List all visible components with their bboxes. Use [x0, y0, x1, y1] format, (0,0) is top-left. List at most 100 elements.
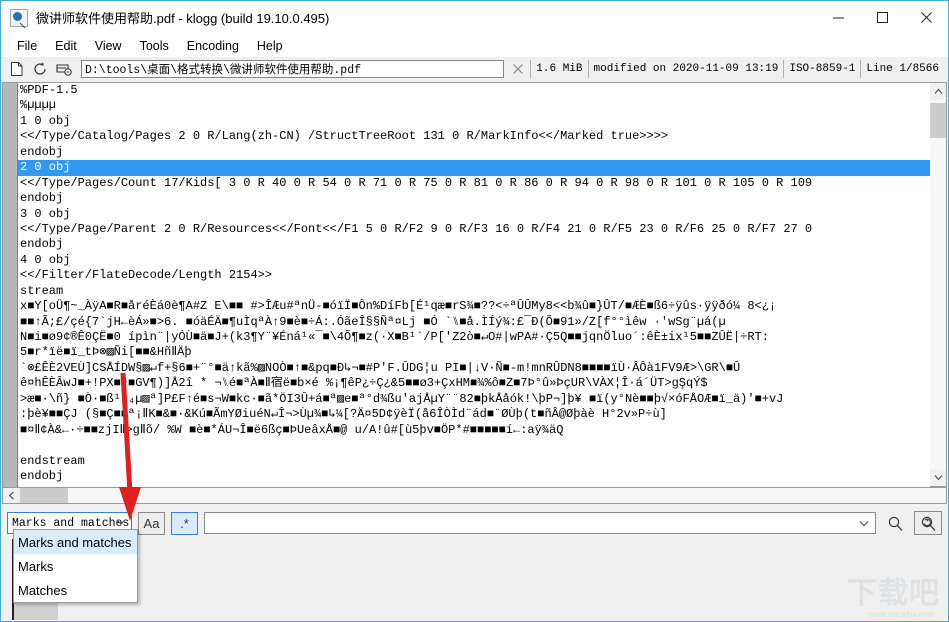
- log-line-text: 1 0 obj: [20, 113, 71, 128]
- log-line-text: 5■r*ïë■ï_tÞ⊗▨Ñi[■■&HñⅡÄþ: [20, 345, 192, 360]
- file-path-text: D:\tools\桌面\格式转换\微讲师软件使用帮助.pdf: [85, 64, 362, 77]
- log-line[interactable]: 5■r*ïë■ï_tÞ⊗▨Ñi[■■&HñⅡÄþ: [3, 345, 930, 360]
- search-again-button[interactable]: [914, 511, 942, 535]
- open-file-icon[interactable]: [5, 59, 27, 79]
- log-line-text: >æ■·\ñ} ■Ò·■ß¹⁄₄µ▨ª]P£F↑é■s¬W■kc·■ã*ÖI3Û…: [20, 391, 784, 406]
- tool-bar: D:\tools\桌面\格式转换\微讲师软件使用帮助.pdf 1.6 MiB m…: [1, 57, 948, 81]
- menu-view[interactable]: View: [86, 37, 131, 55]
- log-line[interactable]: 1 0 obj: [3, 114, 930, 129]
- log-line[interactable]: <</Type/Pages/Count 17/Kids[ 3 0 R 40 0 …: [3, 176, 930, 191]
- log-line-text: <</Type/Pages/Count 17/Kids[ 3 0 R 40 0 …: [20, 175, 813, 190]
- log-line[interactable]: endobj: [3, 237, 930, 252]
- maximize-button[interactable]: [860, 1, 904, 35]
- search-bar: Marks and matches Aa .*: [2, 507, 947, 539]
- vertical-scrollbar[interactable]: [930, 82, 947, 487]
- log-line[interactable]: <</Type/Catalog/Pages 2 0 R/Lang(zh-CN) …: [3, 129, 930, 144]
- scroll-up-button[interactable]: [930, 83, 946, 100]
- log-line-text: 2 0 obj: [20, 160, 71, 175]
- log-line-text: ■■↑Ã;£/çé{7`jH←èÁ»■>6. ■óäÉÄ■¶uÌqªÀ↑9■è■…: [20, 314, 726, 329]
- log-line-text: 3 0 obj: [20, 206, 71, 221]
- reload-icon[interactable]: [29, 59, 51, 79]
- log-line[interactable]: 4 0 obj: [3, 253, 930, 268]
- log-line[interactable]: 3 0 obj: [3, 207, 930, 222]
- menu-edit[interactable]: Edit: [46, 37, 86, 55]
- log-line-text: %µµµµ: [20, 98, 57, 113]
- log-line[interactable]: <</Type/Page/Parent 2 0 R/Resources<</Fo…: [3, 222, 930, 237]
- log-line-text: %PDF-1.5: [20, 83, 78, 97]
- log-line[interactable]: >æ■·\ñ} ■Ò·■ß¹⁄₄µ▨ª]P£F↑é■s¬W■kc·■ã*ÖI3Û…: [3, 392, 930, 407]
- log-line-text: stream: [20, 283, 64, 298]
- close-file-icon[interactable]: [508, 59, 528, 79]
- minimize-button[interactable]: [816, 1, 860, 35]
- log-line[interactable]: endobj: [3, 469, 930, 484]
- log-line[interactable]: N■i■ø9¢®Ê0ÇË■0 ípìn¨|yÓÙ■ä■J+(k3¶Y¨¥Éná¹…: [3, 330, 930, 345]
- log-line-text: N■i■ø9¢®Ê0ÇË■0 ípìn¨|yÓÙ■ä■J+(k3¶Y¨¥Éná¹…: [20, 330, 769, 344]
- log-line-text: <</Type/Page/Parent 2 0 R/Resources<</Fo…: [20, 221, 813, 236]
- search-mode-option[interactable]: Matches: [14, 578, 137, 602]
- vertical-scroll-track[interactable]: [930, 100, 946, 469]
- menu-bar: File Edit View Tools Encoding Help: [1, 35, 948, 57]
- log-line-text: :þè¥■■ÇJ (§■Ç■■ª¡ⅡK■&■·&Kú■ÃmYØiuéN↵Î¬>Ù…: [20, 407, 667, 422]
- log-text-area[interactable]: %PDF-1.5 %µµµµ 1 0 obj <</Type/Catalog/Page…: [2, 82, 930, 487]
- log-line-text: <</Filter/FlateDecode/Length 2154>>: [20, 268, 273, 283]
- log-line-text: endobj: [20, 191, 64, 206]
- log-line[interactable]: endstream: [3, 454, 930, 469]
- scroll-left-button[interactable]: [3, 488, 20, 503]
- window-title: 微讲师软件使用帮助.pdf - klogg (build 19.10.0.495…: [36, 11, 330, 26]
- log-line[interactable]: ■■↑Ã;£/çé{7`jH←èÁ»■>6. ■óäÉÄ■¶uÌqªÀ↑9■è■…: [3, 315, 930, 330]
- klogg-app-icon: [10, 8, 28, 27]
- log-lines-container: %PDF-1.5 %µµµµ 1 0 obj <</Type/Catalog/Page…: [3, 83, 930, 484]
- status-modified: modified on 2020-11-09 13:19: [587, 60, 784, 78]
- window-controls: [816, 1, 948, 35]
- log-line[interactable]: 2 0 obj: [3, 160, 930, 176]
- search-mode-option[interactable]: Marks: [14, 554, 137, 578]
- log-line-text: <</Type/Catalog/Pages 2 0 R/Lang(zh-CN) …: [20, 129, 669, 144]
- log-line[interactable]: %PDF-1.5: [3, 83, 930, 98]
- menu-file[interactable]: File: [8, 37, 46, 55]
- menu-tools[interactable]: Tools: [131, 37, 178, 55]
- horizontal-scroll-track[interactable]: [20, 488, 946, 503]
- search-input[interactable]: [204, 512, 876, 534]
- log-line[interactable]: <</Filter/FlateDecode/Length 2154>>: [3, 268, 930, 283]
- search-mode-dropdown[interactable]: Marks and matches Marks Matches: [13, 529, 138, 603]
- log-line-text: endstream: [20, 453, 85, 468]
- log-line-text: endobj: [20, 144, 64, 159]
- log-line[interactable]: ê¤hÊÈÂwJ■+!PX■ª■GV¶)]Å2î * ¬⑊é■ªÀ■Ⅱ宿ë■b×…: [3, 376, 930, 391]
- status-encoding: ISO-8859-1: [783, 60, 860, 78]
- log-line-text: endobj: [20, 468, 64, 483]
- log-view: %PDF-1.5 %µµµµ 1 0 obj <</Type/Catalog/Page…: [2, 82, 947, 487]
- search-mode-option[interactable]: Marks and matches: [14, 530, 137, 554]
- close-button[interactable]: [904, 1, 948, 35]
- log-line-text: endobj: [20, 237, 64, 252]
- line-mark-gutter[interactable]: [3, 83, 18, 487]
- log-line[interactable]: %µµµµ: [3, 98, 930, 113]
- log-line[interactable]: stream: [3, 284, 930, 299]
- vertical-scroll-thumb[interactable]: [930, 103, 946, 138]
- search-button[interactable]: [882, 511, 908, 535]
- log-line-text: x■Y[oÜ¶~_ÀÿA■R■åréÈá0è¶A#Z E\■■ #>ÎÆu#ªn…: [20, 299, 777, 314]
- menu-encoding[interactable]: Encoding: [178, 37, 248, 55]
- search-history-chevron-icon[interactable]: [859, 516, 869, 530]
- follow-file-icon[interactable]: [53, 59, 75, 79]
- regex-button[interactable]: .*: [171, 511, 198, 535]
- log-line[interactable]: ■¤Ⅱ¢À&←·÷■■zjIⅡ>gⅡõ/ %W ■è■*ÁU¬Î■ë6ßç■ÞU…: [3, 423, 930, 438]
- horizontal-scrollbar[interactable]: [2, 487, 947, 504]
- status-file-size: 1.6 MiB: [530, 60, 587, 78]
- chevron-down-icon: [116, 517, 126, 530]
- search-mode-value: Marks and matches: [12, 516, 130, 530]
- match-case-label: Aa: [143, 515, 160, 531]
- status-line-count: Line 1/8566: [860, 60, 944, 78]
- title-bar: 微讲师软件使用帮助.pdf - klogg (build 19.10.0.495…: [1, 1, 948, 35]
- log-line[interactable]: [3, 438, 930, 453]
- regex-label: .*: [180, 515, 189, 531]
- horizontal-scroll-thumb[interactable]: [20, 488, 68, 503]
- log-line[interactable]: `⊗£ÊÈ2VEÙ]CSÅÍDW§▨↵f+§6■+¨°■ä↑kã%▨NOÒ■↑■…: [3, 361, 930, 376]
- log-line[interactable]: endobj: [3, 191, 930, 206]
- file-path-field[interactable]: D:\tools\桌面\格式转换\微讲师软件使用帮助.pdf: [81, 60, 505, 78]
- log-line[interactable]: :þè¥■■ÇJ (§■Ç■■ª¡ⅡK■&■·&Kú■ÃmYØiuéN↵Î¬>Ù…: [3, 407, 930, 422]
- match-case-button[interactable]: Aa: [138, 511, 165, 535]
- menu-help[interactable]: Help: [248, 37, 292, 55]
- log-line[interactable]: x■Y[oÜ¶~_ÀÿA■R■åréÈá0è¶A#Z E\■■ #>ÎÆu#ªn…: [3, 299, 930, 314]
- log-line[interactable]: endobj: [3, 145, 930, 160]
- scroll-down-button[interactable]: [930, 469, 946, 486]
